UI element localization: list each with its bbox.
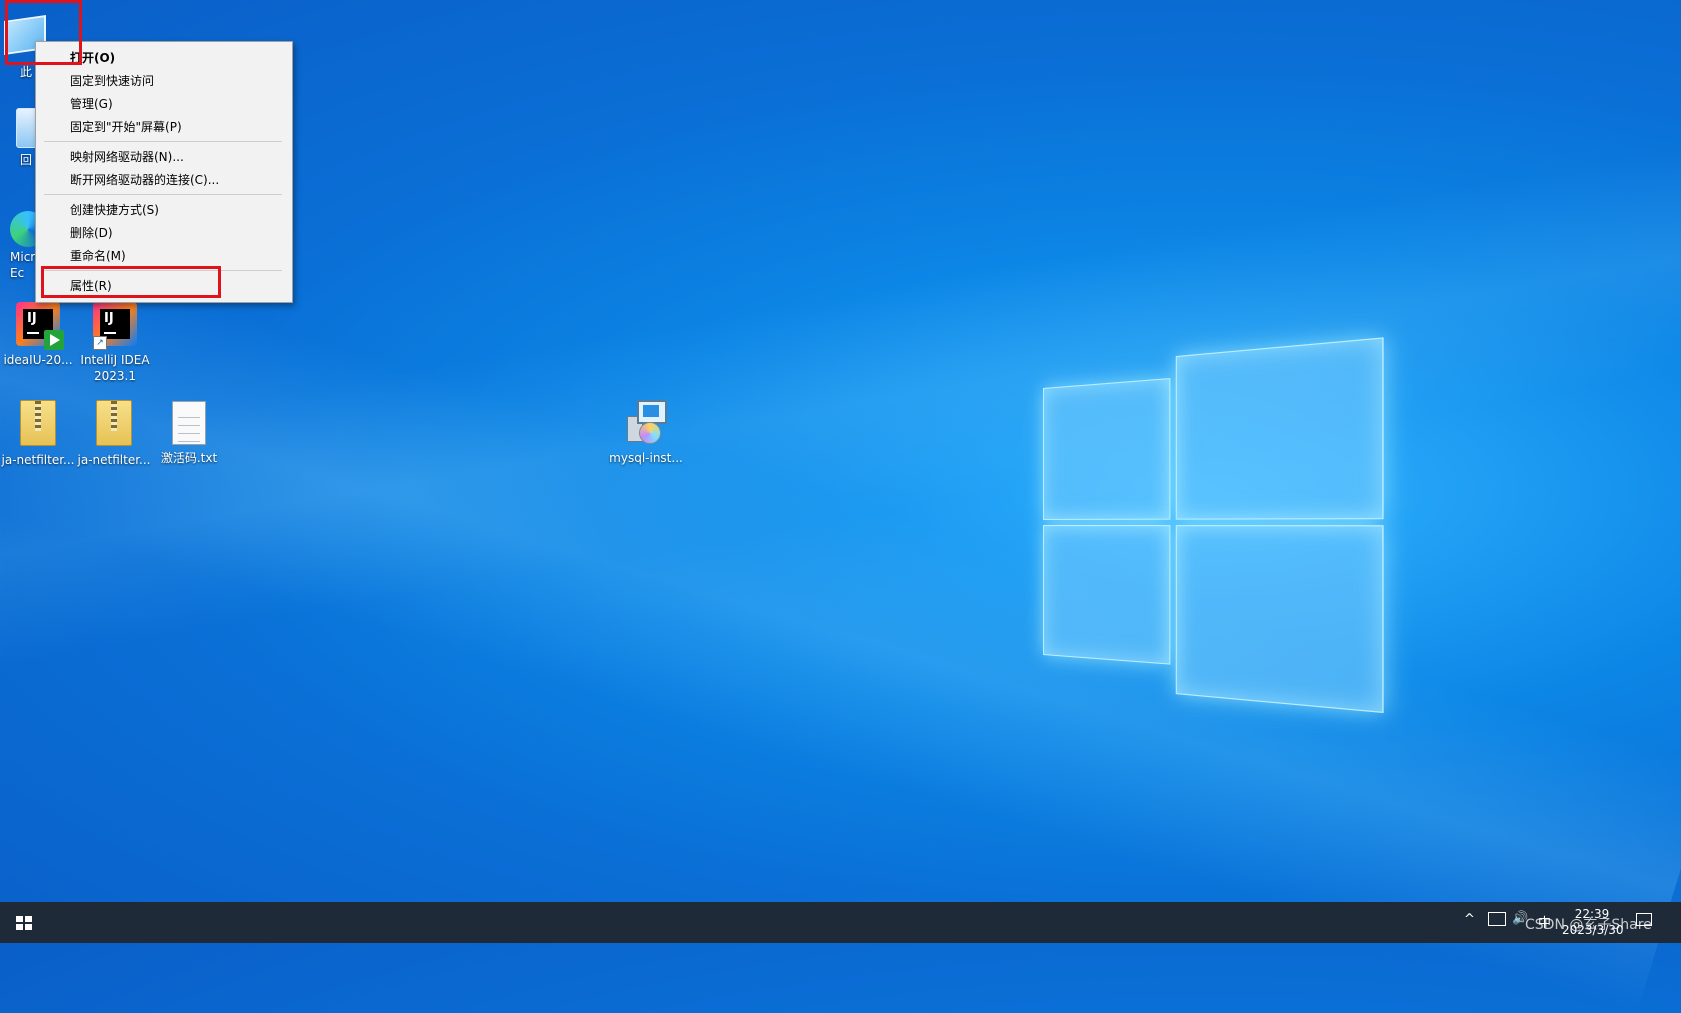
desktop-icon-ideaiu-installer[interactable]: IJ ideaIU-20... xyxy=(1,300,75,368)
menu-separator xyxy=(44,141,282,142)
taskbar: ^ 🔊 中 22:39 2023/3/30 xyxy=(0,902,1681,943)
desktop-icon-mysql-installer[interactable]: mysql-inst... xyxy=(608,398,684,466)
desktop-icon-label: IntelliJ IDEA 2023.1 xyxy=(80,353,150,383)
desktop-icon-label: mysql-inst... xyxy=(609,451,683,465)
text-file-icon xyxy=(172,401,206,445)
desktop-icon-ja-netfilter-1[interactable]: ja-netfilter... xyxy=(1,398,75,468)
shortcut-arrow-icon: ↗ xyxy=(93,336,107,350)
intellij-installer-icon: IJ xyxy=(16,302,64,350)
network-icon[interactable] xyxy=(1488,912,1506,926)
zip-folder-icon xyxy=(96,400,132,446)
context-menu: 打开(O) 固定到快速访问 管理(G) 固定到"开始"屏幕(P) 映射网络驱动器… xyxy=(35,41,293,303)
desktop-icon-activation-txt[interactable]: 激活码.txt xyxy=(152,398,226,466)
wallpaper-windows-logo xyxy=(1043,337,1384,714)
highlight-box-properties xyxy=(41,266,221,298)
desktop-icon-label: ja-netfilter... xyxy=(1,453,75,467)
desktop-icon-label: ideaIU-20... xyxy=(3,353,73,367)
intellij-idea-icon: IJ ↗ xyxy=(93,302,137,350)
menu-item-disconnect-network-drive[interactable]: 断开网络驱动器的连接(C)... xyxy=(70,170,219,190)
watermark: CSDN @玄子Share xyxy=(1525,917,1652,933)
menu-separator xyxy=(44,194,282,195)
desktop-icon-intellij-idea[interactable]: IJ ↗ IntelliJ IDEA 2023.1 xyxy=(76,300,154,384)
desktop-icon-label: 激活码.txt xyxy=(160,451,218,465)
tray-overflow-chevron[interactable]: ^ xyxy=(1464,912,1475,953)
menu-item-map-network-drive[interactable]: 映射网络驱动器(N)... xyxy=(70,147,184,167)
menu-item-pin-quick-access[interactable]: 固定到快速访问 xyxy=(70,71,154,91)
menu-item-create-shortcut[interactable]: 创建快捷方式(S) xyxy=(70,200,159,220)
desktop-icon-ja-netfilter-2[interactable]: ja-netfilter... xyxy=(77,398,151,468)
zip-folder-icon xyxy=(20,400,56,446)
wallpaper-light-beam xyxy=(0,180,1681,1013)
windows-logo-icon[interactable] xyxy=(16,916,32,930)
installer-icon xyxy=(623,398,669,444)
desktop-icon-label: ja-netfilter... xyxy=(77,453,151,467)
highlight-box-this-pc xyxy=(5,0,82,65)
menu-item-rename[interactable]: 重命名(M) xyxy=(70,246,126,266)
menu-item-manage[interactable]: 管理(G) xyxy=(70,94,113,114)
menu-item-delete[interactable]: 删除(D) xyxy=(70,223,113,243)
play-icon xyxy=(44,330,64,350)
menu-item-pin-start[interactable]: 固定到"开始"屏幕(P) xyxy=(70,117,182,137)
